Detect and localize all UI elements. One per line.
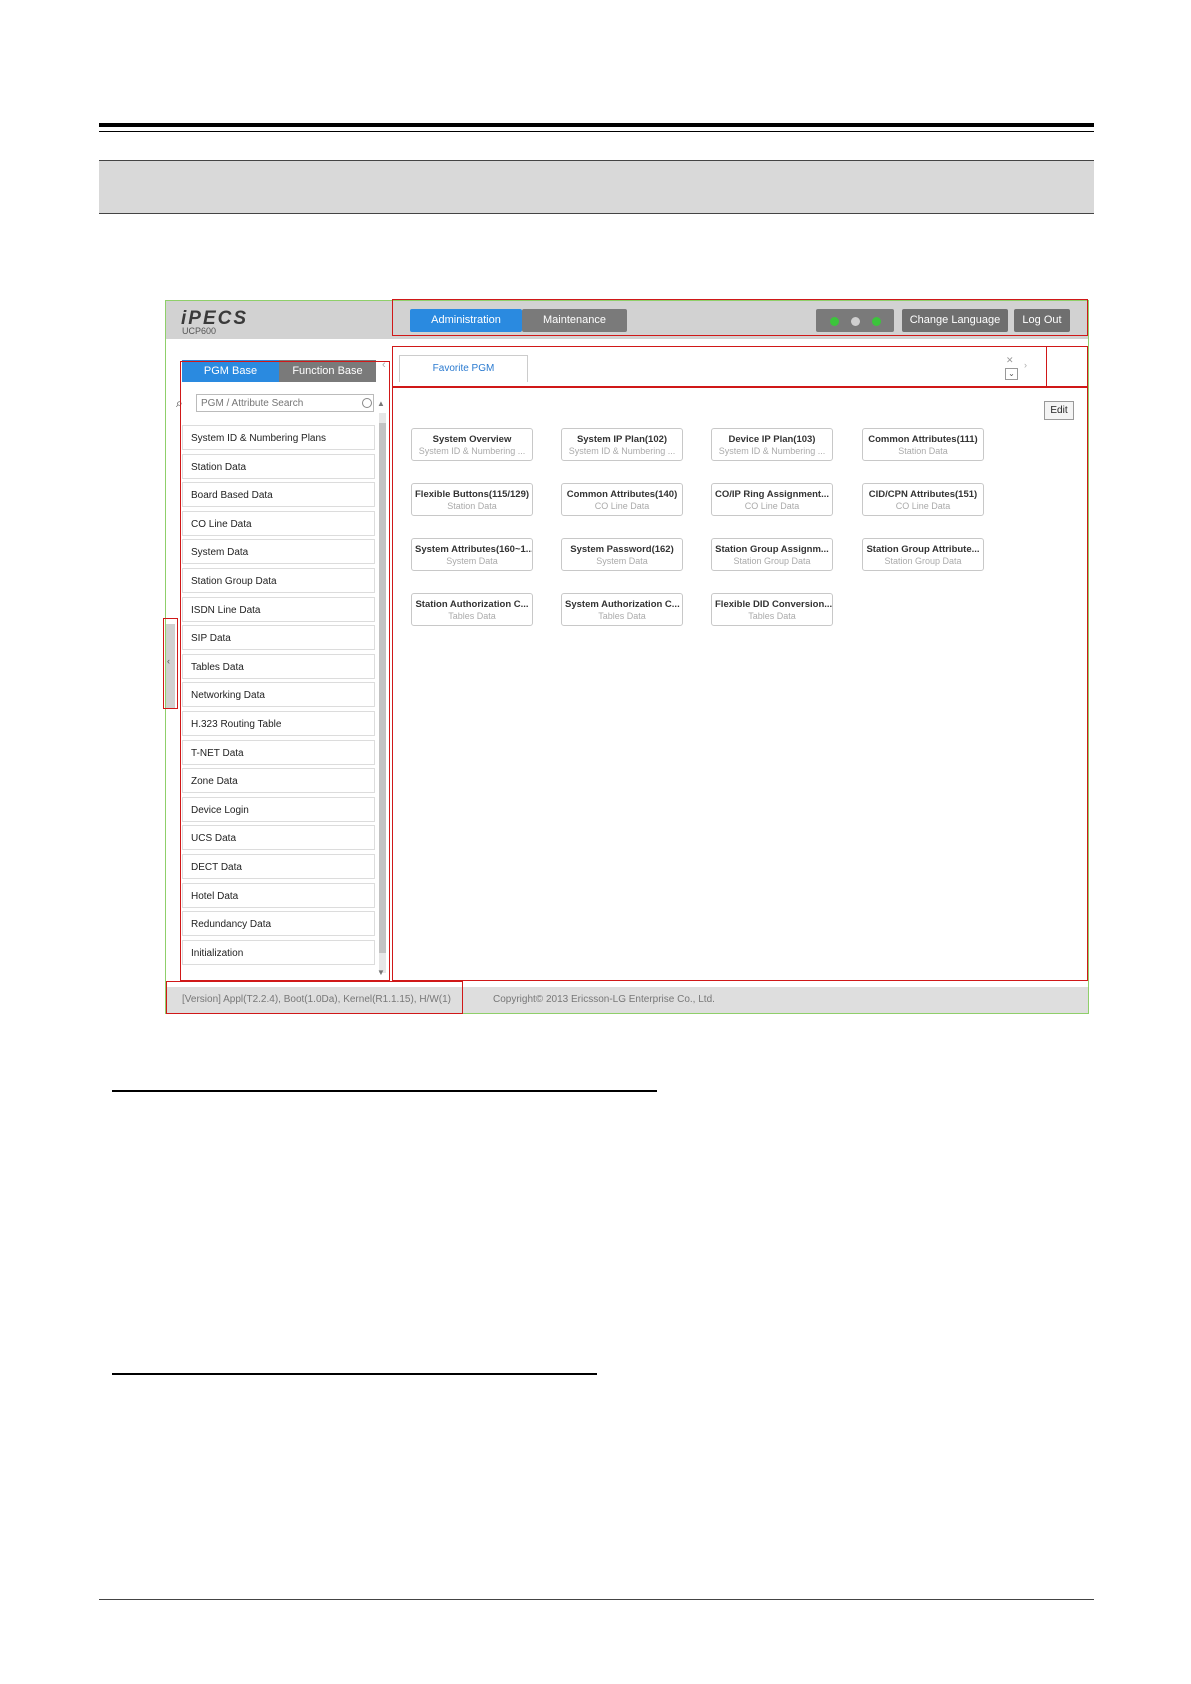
footer-rule	[99, 1599, 1094, 1600]
annotation-box-version	[166, 981, 463, 1014]
annotation-box-top-menu	[392, 299, 1088, 336]
header-rule-thick	[99, 123, 1094, 127]
header-rule-thin	[99, 131, 1094, 132]
heading-underline	[112, 1373, 597, 1375]
annotation-box-workspace	[392, 387, 1088, 981]
annotation-box-tab-controls	[1046, 346, 1088, 387]
annotation-box-tab-bar	[392, 346, 1088, 387]
heading-underline	[112, 1090, 657, 1092]
model-label: UCP600	[182, 326, 217, 336]
annotation-box-pgm-list	[180, 361, 390, 981]
copyright-text: Copyright© 2013 Ericsson-LG Enterprise C…	[493, 994, 715, 1005]
annotation-box-collapse	[163, 618, 178, 709]
section-heading-band	[99, 160, 1094, 214]
